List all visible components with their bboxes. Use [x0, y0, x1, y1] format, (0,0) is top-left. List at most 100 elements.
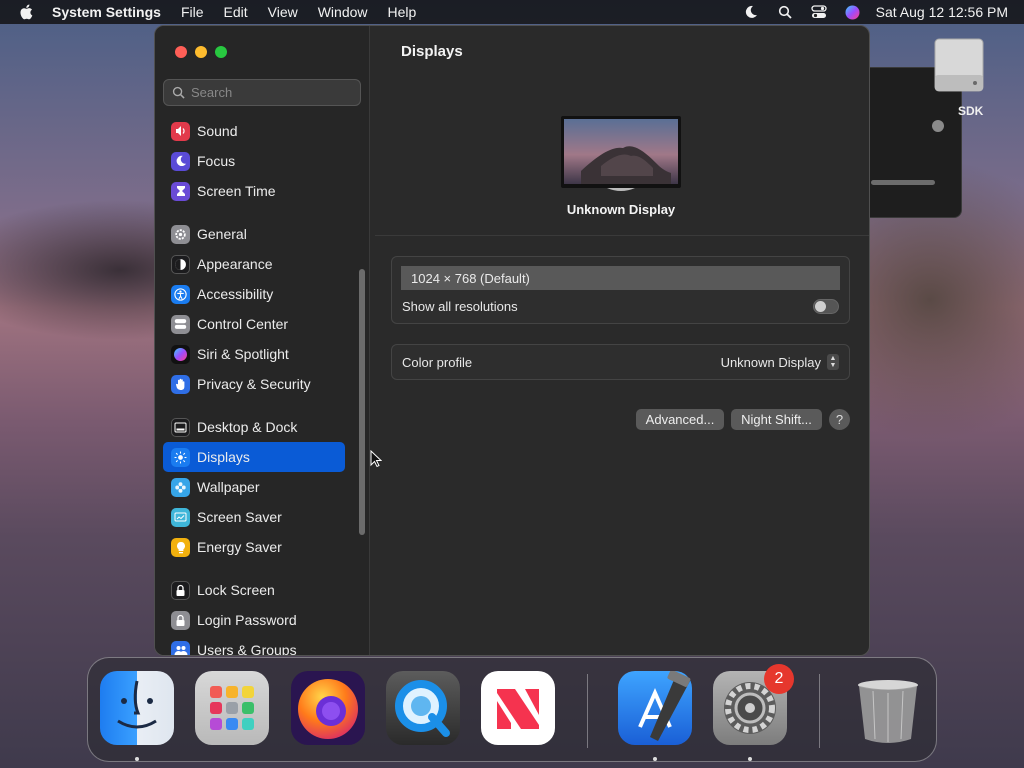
sidebar: Sound Focus Screen Time General Appearan… [155, 26, 370, 656]
dock-app-quicktime[interactable] [386, 671, 460, 745]
dock-app-firefox[interactable] [291, 671, 365, 745]
apple-menu[interactable] [0, 4, 52, 20]
sidebar-item-energy-saver[interactable]: Energy Saver [163, 532, 345, 562]
running-indicator [748, 757, 752, 761]
sun-icon [171, 447, 190, 467]
sidebar-item-label: Energy Saver [197, 539, 282, 555]
edit-menu[interactable]: Edit [214, 4, 258, 20]
sidebar-item-label: Displays [197, 449, 250, 465]
moon-icon [171, 151, 190, 171]
search-icon[interactable] [768, 5, 802, 19]
sidebar-item-label: Control Center [197, 316, 289, 332]
sidebar-item-screen-saver[interactable]: Screen Saver [163, 502, 345, 532]
control-center-icon[interactable] [802, 5, 836, 19]
color-profile-value: Unknown Display [720, 354, 821, 370]
sidebar-item-label: Wallpaper [197, 479, 260, 495]
color-profile-card: Color profile Unknown Display ▲ ▼ [391, 344, 850, 380]
display-thumbnail[interactable] [561, 116, 681, 192]
resolution-option-selected[interactable]: 1024 × 768 (Default) [401, 266, 840, 290]
minimize-button[interactable] [195, 46, 207, 58]
sidebar-item-siri-spotlight[interactable]: Siri & Spotlight [163, 339, 345, 369]
sidebar-item-wallpaper[interactable]: Wallpaper [163, 472, 345, 502]
users-icon [171, 640, 190, 655]
sidebar-scrollbar[interactable] [359, 269, 365, 535]
news-icon [497, 689, 539, 729]
dock-separator [587, 674, 588, 748]
lock-icon [171, 580, 190, 600]
window-menu[interactable]: Window [308, 4, 378, 20]
sidebar-item-label: Appearance [197, 256, 273, 272]
color-profile-label: Color profile [402, 354, 473, 370]
dock: 2 [87, 657, 937, 762]
file-menu[interactable]: File [171, 4, 214, 20]
dock-separator [819, 674, 820, 748]
sidebar-item-label: Lock Screen [197, 582, 275, 598]
sidebar-item-screen-time[interactable]: Screen Time [163, 176, 345, 206]
hourglass-icon [171, 181, 190, 201]
sidebar-item-label: Screen Saver [197, 509, 282, 525]
show-all-resolutions-toggle[interactable] [813, 298, 839, 314]
sidebar-item-appearance[interactable]: Appearance [163, 249, 345, 279]
sidebar-item-accessibility[interactable]: Accessibility [163, 279, 345, 309]
dock-app-xcode[interactable] [618, 669, 692, 745]
siri-icon [171, 344, 190, 364]
trash-icon [858, 680, 918, 743]
color-profile-select[interactable]: Unknown Display ▲ ▼ [721, 354, 839, 370]
drive-desktop-icon[interactable] [933, 37, 985, 93]
flower-icon [171, 477, 190, 497]
sidebar-item-privacy-security[interactable]: Privacy & Security [163, 369, 345, 399]
sidebar-item-desktop-dock[interactable]: Desktop & Dock [163, 412, 345, 442]
show-all-resolutions-label: Show all resolutions [402, 298, 518, 314]
xcode-icon [638, 669, 691, 741]
dock-app-news[interactable] [481, 671, 555, 745]
night-shift-button[interactable]: Night Shift... [731, 409, 822, 430]
dock-app-trash[interactable] [851, 671, 925, 745]
finder-icon [117, 680, 157, 729]
sidebar-item-general[interactable]: General [163, 219, 345, 249]
sidebar-item-label: Siri & Spotlight [197, 346, 289, 362]
sidebar-item-label: Users & Groups [197, 642, 297, 656]
zoom-button[interactable] [215, 46, 227, 58]
sidebar-item-label: General [197, 226, 247, 242]
page-title: Displays [401, 43, 463, 60]
close-button[interactable] [175, 46, 187, 58]
sidebar-item-displays[interactable]: Displays [163, 442, 345, 472]
siri-icon[interactable] [836, 5, 870, 20]
running-indicator [135, 757, 139, 761]
sidebar-list: Sound Focus Screen Time General Appearan… [163, 116, 345, 656]
window-controls [175, 46, 227, 58]
sidebar-item-label: Sound [197, 123, 238, 139]
sidebar-item-sound[interactable]: Sound [163, 116, 345, 146]
control-center-icon [171, 314, 190, 334]
resolution-card: 1024 × 768 (Default) Show all resolution… [391, 256, 850, 324]
display-name: Unknown Display [566, 202, 676, 217]
drive-label: SDK [958, 104, 984, 118]
sidebar-item-label: Accessibility [197, 286, 274, 302]
notification-badge: 2 [764, 664, 794, 694]
displays-pane: Displays Unknown Display 1024 × 768 (Def… [371, 26, 869, 655]
dock-app-launchpad[interactable] [195, 671, 269, 745]
sidebar-item-label: Screen Time [197, 183, 276, 199]
sidebar-item-focus[interactable]: Focus [163, 146, 345, 176]
view-menu[interactable]: View [258, 4, 308, 20]
divider [375, 235, 869, 236]
help-button[interactable]: ? [829, 409, 850, 430]
sidebar-item-label: Focus [197, 153, 236, 169]
dock-app-finder[interactable] [100, 671, 174, 745]
sidebar-item-users-groups[interactable]: Users & Groups [163, 635, 345, 656]
hand-icon [171, 374, 190, 394]
apple-icon [20, 4, 33, 20]
sidebar-item-control-center[interactable]: Control Center [163, 309, 345, 339]
moon-icon[interactable] [734, 5, 768, 19]
search-input[interactable] [191, 85, 351, 100]
dock-icon [171, 417, 190, 437]
app-name-menu[interactable]: System Settings [52, 4, 171, 20]
search-field[interactable] [163, 79, 361, 106]
sidebar-item-login-password[interactable]: Login Password [163, 605, 345, 635]
help-menu[interactable]: Help [378, 4, 427, 20]
quicktime-icon [395, 680, 450, 737]
sidebar-item-lock-screen[interactable]: Lock Screen [163, 575, 345, 605]
menu-clock[interactable]: Sat Aug 12 12:56 PM [870, 4, 1008, 20]
firefox-icon [298, 679, 358, 739]
advanced-button[interactable]: Advanced... [636, 409, 724, 430]
